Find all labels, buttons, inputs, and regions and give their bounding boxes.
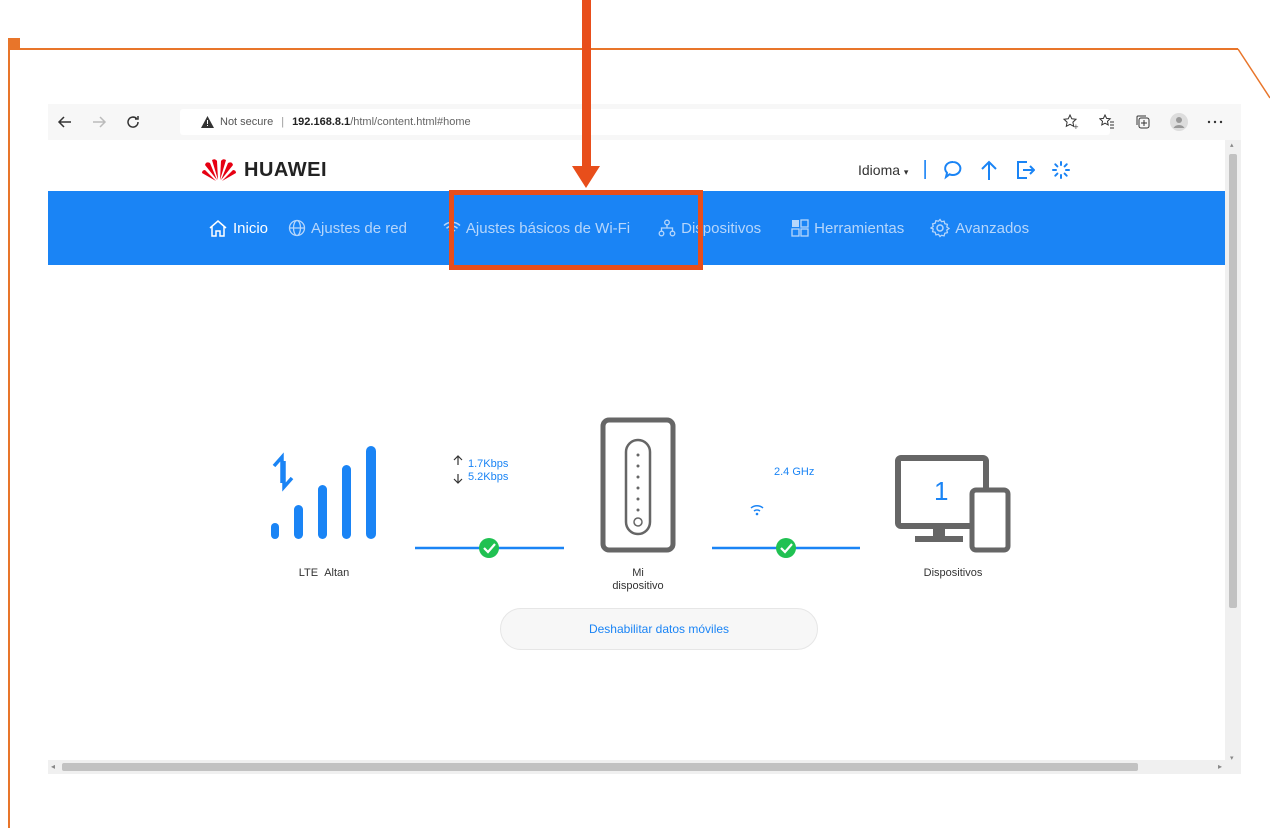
logout-icon[interactable] [1014,159,1036,181]
url-host: 192.168.8.1 [292,116,351,128]
my-device-label-line1: Mi [632,567,644,579]
operator-name: Altan [324,567,350,579]
loading-spinner-icon [1050,159,1072,181]
reload-icon [127,116,139,128]
nav-label-avanzados: Avanzados [955,219,1030,237]
disable-mobile-data-button[interactable]: Deshabilitar datos móviles [500,608,818,650]
router-device-icon [600,417,676,553]
vertical-scrollbar[interactable]: ▴ ▾ [1225,140,1241,774]
nav-item-avanzados[interactable]: Avanzados [930,218,1029,238]
nav-label-herramientas: Herramientas [814,219,905,237]
back-button[interactable] [48,104,82,140]
devices-label: Dispositivos [923,567,983,579]
browser-toolbar: Not secure | 192.168.8.1/html/content.ht… [48,104,1241,140]
profile-avatar-icon[interactable] [1169,112,1189,132]
connected-devices-icon [895,455,1011,553]
header-divider: | [922,158,928,180]
huawei-logo: HUAWEI [202,158,327,182]
nav-item-inicio[interactable]: Inicio [208,219,268,237]
nav-item-ajustes-de-red[interactable]: Ajustes de red [288,219,407,237]
annotation-highlight-box [449,190,703,270]
annotation-arrow-shaft [582,0,591,168]
update-arrow-icon[interactable] [978,159,1000,181]
frame-left-line [8,48,10,828]
add-favorite-icon[interactable]: + [1061,112,1081,132]
scroll-up-icon[interactable]: ▴ [1230,141,1234,149]
back-arrow-icon [57,116,71,128]
download-speed: 5.2Kbps [468,471,509,483]
my-device-label: Mi dispositivo [598,567,678,593]
my-device-label-line2: dispositivo [612,580,664,592]
favorites-icon[interactable] [1097,112,1117,132]
scroll-left-icon[interactable]: ◂ [51,762,55,771]
huawei-petal-icon [202,159,236,181]
gear-icon [930,218,951,238]
browser-toolbar-icons: + [1061,104,1225,140]
home-icon [209,220,227,237]
url-path: /html/content.html#home [350,116,471,128]
globe-icon [288,219,306,237]
address-bar[interactable]: Not secure | 192.168.8.1/html/content.ht… [180,109,1110,135]
grid-icon [791,219,809,237]
wifi-band: 2.4 GHz [774,466,815,478]
reload-button[interactable] [116,104,150,140]
connected-device-count[interactable]: 1 [934,476,948,507]
collections-icon[interactable] [1133,112,1153,132]
more-options-icon[interactable] [1205,112,1225,132]
frame-top-line [8,48,1238,50]
language-label: Idioma [858,161,901,178]
status-graphics [271,417,1011,558]
network-type: LTE [298,567,319,579]
security-label: Not secure [220,116,274,128]
forward-button[interactable] [82,104,116,140]
nav-label-ajustes-de-red: Ajustes de red [311,219,407,237]
address-separator: | [281,116,285,128]
nav-item-herramientas[interactable]: Herramientas [791,219,904,237]
horizontal-scrollbar[interactable]: ◂ ▸ [48,760,1225,774]
language-selector[interactable]: Idioma ▾ [858,162,908,178]
screenshot-stage: Not secure | 192.168.8.1/html/content.ht… [0,0,1270,828]
forward-arrow-icon [93,116,107,128]
vertical-scroll-thumb[interactable] [1229,154,1237,608]
network-label: LTE Altan [284,567,364,579]
header-actions: Idioma ▾ | [858,158,1072,181]
messages-icon[interactable] [942,159,964,181]
scroll-right-icon[interactable]: ▸ [1218,762,1222,771]
svg-text:+: + [1073,123,1079,130]
connection-status-diagram: 1.7Kbps 5.2Kbps 2.4 GHz 1 LTE Altan Mi d… [48,340,1225,592]
wifi-link-line [712,504,860,558]
upload-speed: 1.7Kbps [468,458,509,470]
signal-strength-icon [271,446,376,539]
nav-label-inicio: Inicio [233,219,269,237]
scroll-down-icon[interactable]: ▾ [1230,754,1234,762]
warning-icon [200,115,214,129]
brand-name: HUAWEI [244,158,327,181]
annotation-arrow-head [572,166,600,188]
horizontal-scroll-thumb[interactable] [62,763,1138,771]
caret-down-icon: ▾ [903,166,909,177]
